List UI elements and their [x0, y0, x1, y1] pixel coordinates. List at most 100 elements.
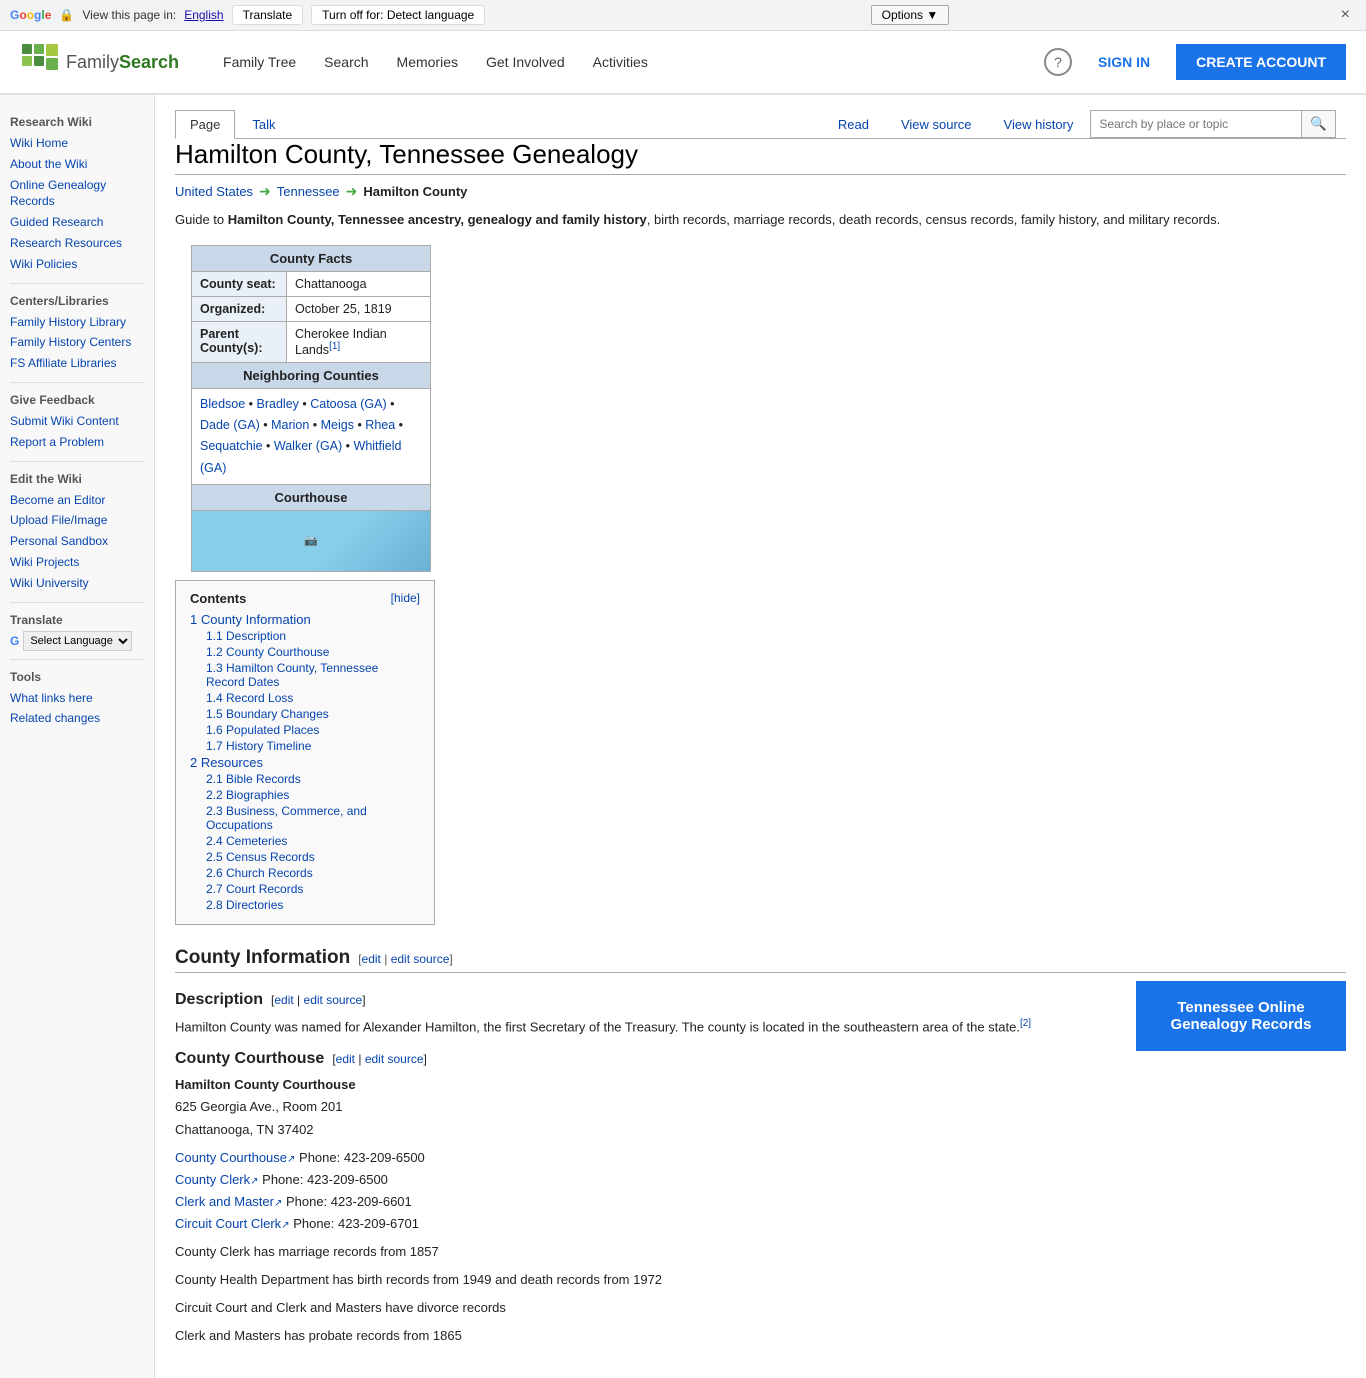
organized-label: Organized:	[192, 296, 287, 321]
sidebar-item-online-genealogy[interactable]: Online Genealogy Records	[10, 175, 144, 213]
county-info-header: County Information [edit | edit source]	[175, 947, 1346, 973]
toc-link-2-8[interactable]: 2.8 Directories	[206, 898, 283, 912]
county-seat-value: Chattanooga	[287, 271, 431, 296]
neighbor-marion[interactable]: Marion	[271, 418, 309, 432]
sidebar-item-fs-affiliate[interactable]: FS Affiliate Libraries	[10, 353, 144, 374]
sidebar-item-research-resources[interactable]: Research Resources	[10, 233, 144, 254]
sidebar-item-related-changes[interactable]: Related changes	[10, 708, 144, 729]
neighbor-sequatchie[interactable]: Sequatchie	[200, 439, 263, 453]
toc-item-2-8: 2.8 Directories	[190, 898, 420, 912]
nav-memories[interactable]: Memories	[383, 30, 472, 94]
breadcrumb-state[interactable]: Tennessee	[277, 184, 340, 199]
tab-page[interactable]: Page	[175, 110, 235, 139]
toc-link-2-6[interactable]: 2.6 Church Records	[206, 866, 313, 880]
translate-bar: Google 🔒 View this page in: English Tran…	[0, 0, 1366, 31]
sidebar-item-family-history-centers[interactable]: Family History Centers	[10, 332, 144, 353]
sidebar-item-report-problem[interactable]: Report a Problem	[10, 432, 144, 453]
sign-in-button[interactable]: SIGN IN	[1082, 46, 1166, 78]
description-edit-link[interactable]: edit	[274, 993, 293, 1007]
turnoff-button[interactable]: Turn off for: Detect language	[311, 5, 485, 25]
feedback-title: Give Feedback	[10, 393, 144, 407]
sidebar-item-submit-wiki[interactable]: Submit Wiki Content	[10, 411, 144, 432]
edit-title: Edit the Wiki	[10, 472, 144, 486]
sidebar-item-wiki-home[interactable]: Wiki Home	[10, 133, 144, 154]
breadcrumb-us[interactable]: United States	[175, 184, 253, 199]
create-account-button[interactable]: CREATE ACCOUNT	[1176, 44, 1346, 80]
tab-view-history[interactable]: View history	[989, 110, 1089, 138]
toc-link-2-1[interactable]: 2.1 Bible Records	[206, 772, 301, 786]
toc-link-1-1[interactable]: 1.1 Description	[206, 629, 286, 643]
toc-link-1-7[interactable]: 1.7 History Timeline	[206, 739, 311, 753]
toc-item-1-6: 1.6 Populated Places	[190, 723, 420, 737]
toc-hide-link[interactable]: [hide]	[391, 591, 420, 605]
sidebar-item-about-wiki[interactable]: About the Wiki	[10, 154, 144, 175]
sidebar-item-become-editor[interactable]: Become an Editor	[10, 490, 144, 511]
toc-link-2-7[interactable]: 2.7 Court Records	[206, 882, 303, 896]
county-courthouse-link[interactable]: County Courthouse	[175, 1150, 295, 1165]
parent-county-label: Parent County(s):	[192, 321, 287, 362]
options-button[interactable]: Options ▼	[871, 5, 950, 25]
sidebar-item-wiki-projects[interactable]: Wiki Projects	[10, 552, 144, 573]
courthouse-text: Hamilton County Courthouse 625 Georgia A…	[175, 1074, 1100, 1347]
neighbor-catoosa[interactable]: Catoosa (GA)	[310, 397, 386, 411]
translate-button[interactable]: Translate	[232, 5, 304, 25]
circuit-court-clerk-link[interactable]: Circuit Court Clerk	[175, 1216, 290, 1231]
county-info-edit-link[interactable]: edit	[362, 952, 381, 966]
language-link[interactable]: English	[184, 8, 223, 22]
close-translate-button[interactable]: ×	[1335, 4, 1356, 26]
tab-view-source[interactable]: View source	[886, 110, 987, 138]
neighbor-dade[interactable]: Dade (GA)	[200, 418, 260, 432]
wiki-search-button[interactable]: 🔍	[1301, 111, 1335, 137]
tab-read[interactable]: Read	[823, 110, 884, 138]
description-edit-source-link[interactable]: edit source	[304, 993, 363, 1007]
courthouse-header: County Courthouse [edit | edit source]	[175, 1050, 1100, 1068]
sidebar-item-personal-sandbox[interactable]: Personal Sandbox	[10, 531, 144, 552]
neighbor-bledsoe[interactable]: Bledsoe	[200, 397, 245, 411]
toc-item-1-5: 1.5 Boundary Changes	[190, 707, 420, 721]
toc-link-1-5[interactable]: 1.5 Boundary Changes	[206, 707, 329, 721]
toc-link-2-2[interactable]: 2.2 Biographies	[206, 788, 289, 802]
clerk-master-link[interactable]: Clerk and Master	[175, 1194, 282, 1209]
toc-link-1[interactable]: 1 County Information	[190, 612, 311, 627]
nav-family-tree[interactable]: Family Tree	[209, 30, 310, 94]
toc-label: Contents	[190, 591, 246, 606]
toc-link-2-5[interactable]: 2.5 Census Records	[206, 850, 315, 864]
help-icon[interactable]: ?	[1044, 48, 1072, 76]
sidebar-item-what-links-here[interactable]: What links here	[10, 688, 144, 709]
language-selector[interactable]: Select Language	[23, 631, 132, 651]
sidebar-item-guided-research[interactable]: Guided Research	[10, 212, 144, 233]
neighbor-meigs[interactable]: Meigs	[321, 418, 354, 432]
toc-link-1-3[interactable]: 1.3 Hamilton County, Tennessee Record Da…	[206, 661, 378, 689]
neighbors-list: Bledsoe • Bradley • Catoosa (GA) • Dade …	[192, 388, 431, 484]
courthouse-image-placeholder: 📷	[192, 511, 430, 571]
nav-get-involved[interactable]: Get Involved	[472, 30, 579, 94]
arrow-icon-1: ➜	[259, 183, 271, 200]
tn-genealogy-button[interactable]: Tennessee Online Genealogy Records	[1136, 981, 1346, 1051]
nav-activities[interactable]: Activities	[579, 30, 662, 94]
sidebar-item-wiki-policies[interactable]: Wiki Policies	[10, 254, 144, 275]
courthouse-section-title: County Courthouse	[175, 1050, 324, 1068]
county-info-edit-links: [edit | edit source]	[358, 952, 453, 966]
county-info-edit-source-link[interactable]: edit source	[391, 952, 450, 966]
toc-link-2-3[interactable]: 2.3 Business, Commerce, and Occupations	[206, 804, 367, 832]
nav-search[interactable]: Search	[310, 30, 382, 94]
neighbor-rhea[interactable]: Rhea	[365, 418, 395, 432]
wiki-tabs-wrapper: Page Talk Read View source View history …	[175, 110, 1346, 139]
logo-link[interactable]: FamilySearch	[20, 42, 179, 82]
toc-item-2-6: 2.6 Church Records	[190, 866, 420, 880]
sidebar-item-upload-file[interactable]: Upload File/Image	[10, 510, 144, 531]
courthouse-edit-link[interactable]: edit	[336, 1052, 355, 1066]
sidebar-item-family-history-library[interactable]: Family History Library	[10, 312, 144, 333]
tab-talk[interactable]: Talk	[237, 110, 290, 138]
courthouse-edit-source-link[interactable]: edit source	[365, 1052, 424, 1066]
wiki-search-input[interactable]	[1091, 114, 1301, 134]
neighbor-bradley[interactable]: Bradley	[257, 397, 299, 411]
toc-link-1-2[interactable]: 1.2 County Courthouse	[206, 645, 329, 659]
county-clerk-link[interactable]: County Clerk	[175, 1172, 259, 1187]
neighbor-walker[interactable]: Walker (GA)	[274, 439, 342, 453]
toc-item-2-5: 2.5 Census Records	[190, 850, 420, 864]
toc-link-1-6[interactable]: 1.6 Populated Places	[206, 723, 319, 737]
toc-link-2-4[interactable]: 2.4 Cemeteries	[206, 834, 287, 848]
sidebar-item-wiki-university[interactable]: Wiki University	[10, 573, 144, 594]
toc-link-1-4[interactable]: 1.4 Record Loss	[206, 691, 293, 705]
